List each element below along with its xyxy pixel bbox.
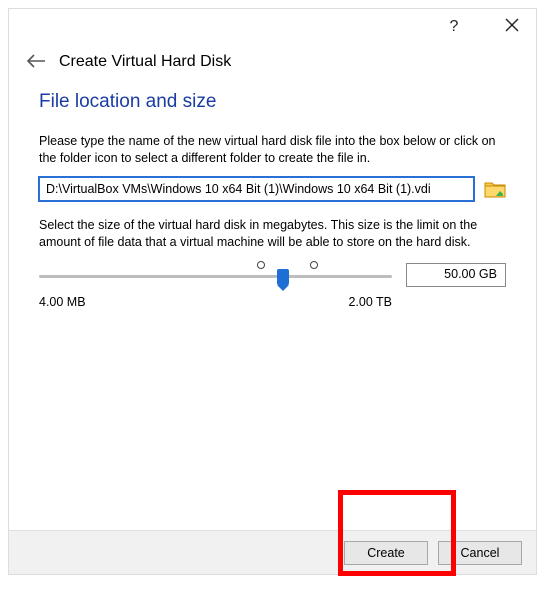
browse-folder-button[interactable] (484, 178, 506, 200)
size-slider[interactable] (39, 261, 392, 289)
back-arrow-icon (26, 54, 46, 71)
close-button[interactable] (498, 13, 526, 41)
file-path-input[interactable] (39, 177, 474, 201)
slider-tick (257, 261, 265, 269)
slider-tick (310, 261, 318, 269)
back-button[interactable] (27, 55, 45, 69)
slider-row: 50.00 GB (39, 261, 506, 289)
slider-min-label: 4.00 MB (39, 295, 86, 309)
slider-ticks (39, 261, 392, 271)
button-bar: Create Cancel (9, 530, 536, 574)
create-button[interactable]: Create (344, 541, 428, 565)
path-instruction: Please type the name of the new virtual … (39, 133, 506, 167)
content-area: File location and size Please type the n… (9, 91, 536, 309)
help-icon: ? (450, 18, 459, 36)
size-instruction: Select the size of the virtual hard disk… (39, 217, 506, 251)
folder-icon (484, 188, 506, 203)
size-value-field[interactable]: 50.00 GB (406, 263, 506, 287)
help-button[interactable]: ? (440, 13, 468, 41)
path-row (39, 177, 506, 201)
header-row: Create Virtual Hard Disk (9, 45, 536, 89)
section-title: File location and size (39, 91, 506, 113)
slider-labels: 4.00 MB 2.00 TB (39, 295, 392, 309)
close-icon (505, 18, 519, 37)
create-vhd-dialog: ? Create Virtual Hard Disk File location… (8, 8, 537, 575)
cancel-button[interactable]: Cancel (438, 541, 522, 565)
slider-track (39, 275, 392, 278)
slider-max-label: 2.00 TB (348, 295, 392, 309)
slider-thumb[interactable] (277, 269, 289, 285)
size-slider-block: 50.00 GB 4.00 MB 2.00 TB (39, 261, 506, 309)
titlebar: ? (9, 9, 536, 45)
page-title: Create Virtual Hard Disk (59, 53, 231, 71)
